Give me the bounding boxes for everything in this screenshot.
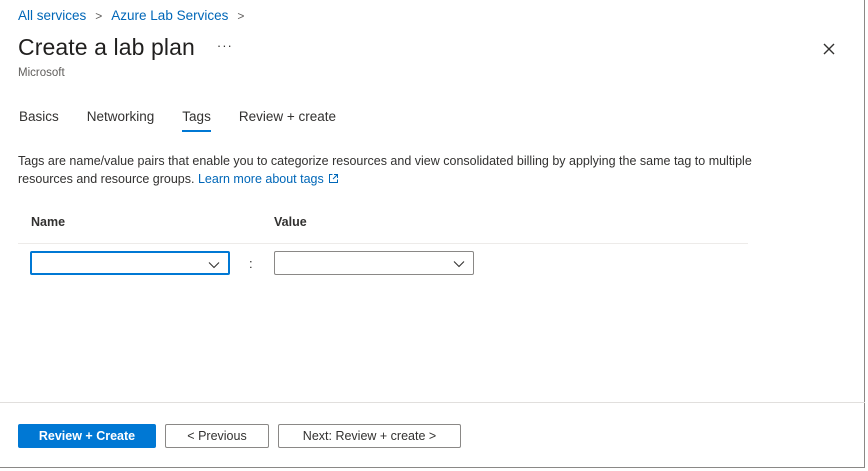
tag-name-dropdown[interactable] — [30, 251, 230, 275]
chevron-down-icon — [208, 258, 220, 270]
title-row: Create a lab plan ··· — [18, 34, 233, 61]
chevron-right-icon: > — [95, 8, 103, 23]
learn-more-tags-link[interactable]: Learn more about tags — [198, 172, 324, 186]
chevron-down-icon — [453, 257, 465, 269]
page-subtitle: Microsoft — [18, 67, 65, 79]
previous-button[interactable]: < Previous — [165, 424, 269, 448]
close-icon[interactable] — [820, 40, 838, 58]
tags-description-text: Tags are name/value pairs that enable yo… — [18, 154, 752, 186]
name-value-separator: : — [249, 256, 253, 271]
next-review-create-button[interactable]: Next: Review + create > — [278, 424, 461, 448]
chevron-right-icon: > — [237, 8, 245, 23]
tab-tags[interactable]: Tags — [182, 109, 211, 132]
page-title: Create a lab plan — [18, 34, 195, 60]
column-header-name: Name — [31, 215, 66, 229]
tab-review-create[interactable]: Review + create — [239, 109, 336, 132]
tags-description: Tags are name/value pairs that enable yo… — [18, 152, 758, 189]
breadcrumb-azure-lab-services[interactable]: Azure Lab Services — [111, 8, 228, 23]
footer-divider — [0, 402, 865, 403]
breadcrumb-all-services[interactable]: All services — [18, 8, 86, 23]
blade-frame — [0, 0, 865, 468]
table-divider — [18, 243, 748, 244]
tag-value-dropdown[interactable] — [274, 251, 474, 275]
tab-strip: Basics Networking Tags Review + create — [19, 109, 364, 132]
more-icon[interactable]: ··· — [217, 38, 233, 53]
column-header-value: Value — [274, 215, 307, 229]
tab-basics[interactable]: Basics — [19, 109, 59, 132]
breadcrumb: All services > Azure Lab Services > — [18, 8, 253, 23]
tab-networking[interactable]: Networking — [87, 109, 155, 132]
external-link-icon — [328, 171, 339, 189]
review-create-button[interactable]: Review + Create — [18, 424, 156, 448]
